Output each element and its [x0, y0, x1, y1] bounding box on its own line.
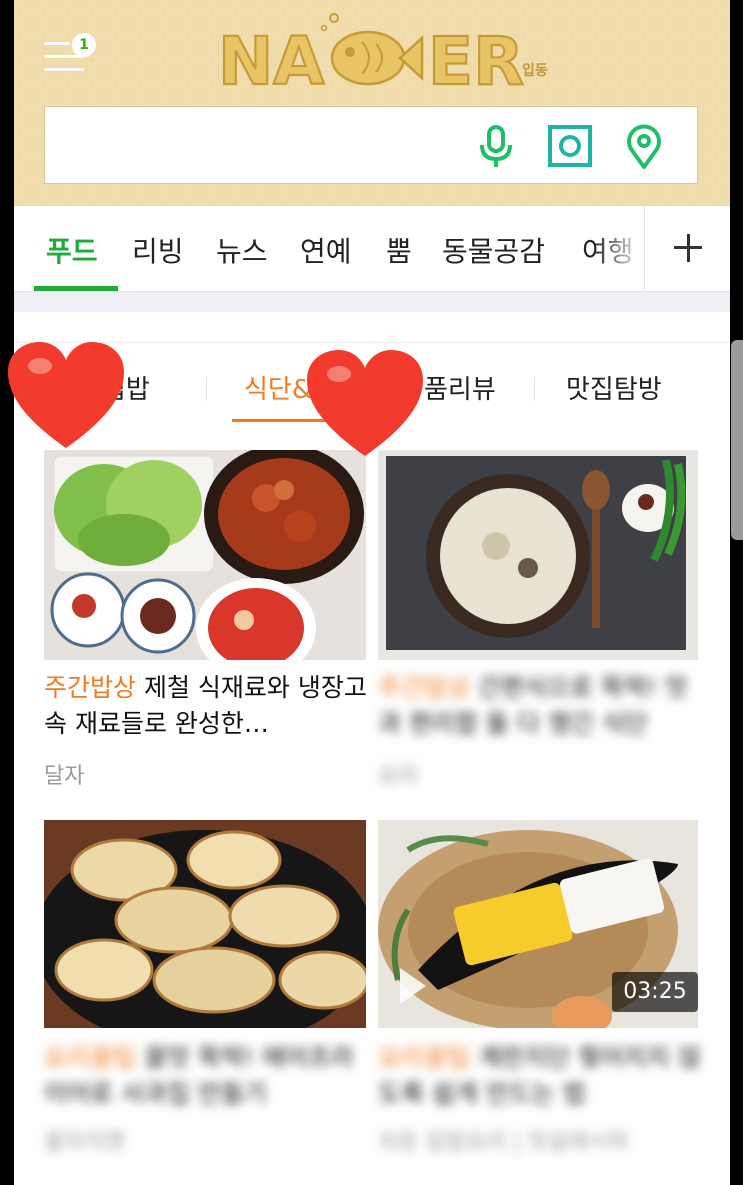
logo-caption: 입동: [522, 63, 548, 79]
article-author: 요리: [378, 764, 419, 789]
svg-text:NA: NA: [218, 23, 324, 100]
microphone-icon[interactable]: [471, 121, 521, 171]
notification-badge: 1: [72, 33, 96, 57]
fish-icon: [320, 13, 424, 86]
article-thumbnail[interactable]: [44, 450, 366, 660]
divider: [534, 377, 535, 401]
article-author: 꿀자지맨: [44, 1130, 125, 1155]
tab-animals[interactable]: 동물공감: [442, 230, 545, 270]
add-tab-button[interactable]: [644, 206, 730, 290]
article-category: 요리꿀팁: [378, 1043, 471, 1072]
image-search-icon[interactable]: [545, 121, 595, 171]
article-thumbnail[interactable]: [44, 820, 366, 1028]
heart-sticker-icon: [8, 342, 124, 448]
tab-fade: [594, 206, 644, 290]
header: 1 NA ER 입동: [14, 0, 730, 206]
topic-tabs: 푸드 리빙 뉴스 연예 뿜 동물공감 여행: [14, 206, 730, 292]
article-category: 주간밥상: [44, 673, 137, 702]
article-thumbnail[interactable]: [378, 450, 698, 660]
scrollbar[interactable]: [731, 340, 743, 540]
article-title[interactable]: 주간밥상 제철 식재료와 냉장고 속 재료들로 완성한…: [44, 670, 369, 742]
subtab-product-review[interactable]: 품리뷰: [424, 369, 496, 406]
tab-food[interactable]: 푸드: [46, 230, 98, 270]
screen: 1 NA ER 입동 푸드 리빙 뉴스 연예 뿜 동물공감 집밥 식단& 품리뷰…: [14, 0, 730, 1185]
active-tab-indicator: [34, 286, 118, 291]
divider: [206, 377, 207, 401]
naver-logo[interactable]: NA ER: [216, 12, 576, 102]
article-category: 요리꿀팁: [44, 1043, 137, 1072]
article-title[interactable]: 요리꿀팁 계란지단 찢어지지 않도록 쉽게 만드는 법: [378, 1040, 703, 1112]
location-pin-icon[interactable]: [619, 121, 669, 171]
tab-ppum[interactable]: 뿜: [386, 230, 412, 270]
tab-living[interactable]: 리빙: [132, 230, 184, 270]
tab-entertainment[interactable]: 연예: [300, 230, 352, 270]
article-author: 달자: [44, 764, 85, 789]
article-title[interactable]: 요리꿀팁 꿀맛 뚝딱! 에어프라이어로 사과칩 만들기: [44, 1040, 369, 1112]
article-category: 주간밥상: [378, 673, 471, 702]
video-duration-badge: 03:25: [612, 972, 698, 1012]
search-input[interactable]: [59, 123, 459, 167]
subtab-diet[interactable]: 식단&: [244, 369, 312, 406]
article-title[interactable]: 주간밥상 간편식으로 뚝딱! 맛과 편리함 둘 다 챙긴 식단: [378, 670, 703, 742]
heart-sticker-icon: [307, 350, 423, 456]
tab-news[interactable]: 뉴스: [216, 230, 268, 270]
svg-text:ER: ER: [428, 23, 524, 100]
article-author: 쉬운 집밥요리 | 맛살레시피: [378, 1130, 630, 1155]
subtab-restaurant[interactable]: 맛집탐방: [566, 369, 662, 406]
search-box[interactable]: [44, 106, 698, 184]
